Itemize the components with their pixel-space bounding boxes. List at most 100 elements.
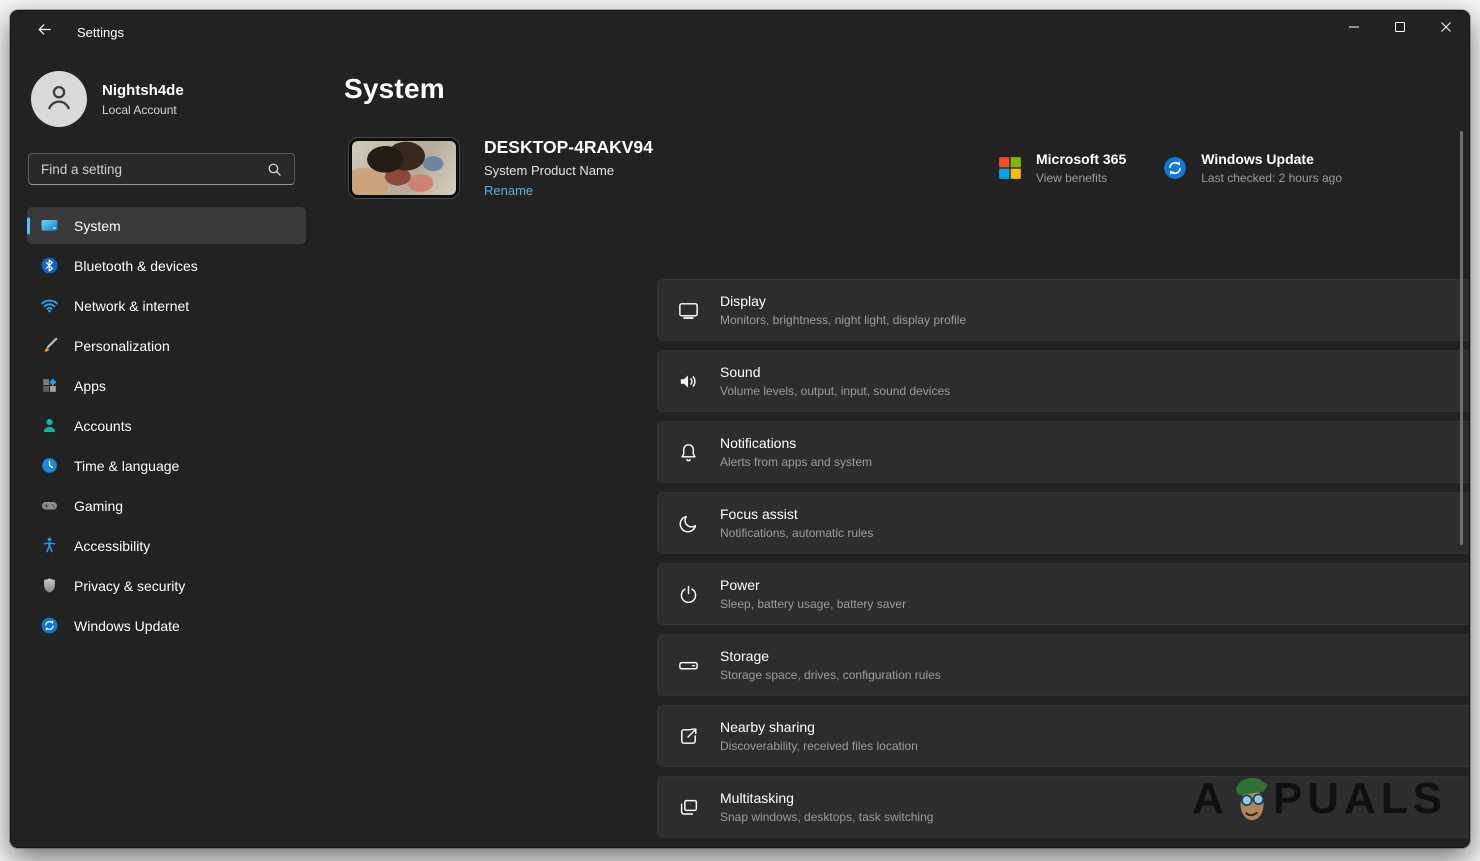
row-subtitle: Volume levels, output, input, sound devi… <box>720 384 1470 398</box>
sidebar-item-personalization[interactable]: Personalization <box>27 327 306 364</box>
status-subtitle: View benefits <box>1036 171 1126 185</box>
settings-row-power[interactable]: Power Sleep, battery usage, battery saver <box>657 563 1470 625</box>
sidebar-item-label: Privacy & security <box>74 578 185 594</box>
page-title: System <box>344 73 445 105</box>
accounts-icon <box>40 416 59 435</box>
close-icon <box>1440 20 1452 38</box>
row-title: Focus assist <box>720 506 1470 522</box>
multitasking-icon <box>677 796 700 819</box>
row-subtitle: Notifications, automatic rules <box>720 526 1470 540</box>
account-type: Local Account <box>102 103 184 117</box>
close-button[interactable] <box>1423 11 1469 47</box>
device-product-name: System Product Name <box>484 163 653 178</box>
windows-update-icon <box>40 616 59 635</box>
row-title: Sound <box>720 364 1470 380</box>
user-name: Nightsh4de <box>102 82 184 99</box>
sidebar-item-label: Personalization <box>74 338 170 354</box>
sidebar: Nightsh4de Local Account System Bluetooth… <box>11 53 331 847</box>
sidebar-item-accounts[interactable]: Accounts <box>27 407 306 444</box>
avatar <box>31 71 87 127</box>
sidebar-item-apps[interactable]: Apps <box>27 367 306 404</box>
sidebar-item-bluetooth-devices[interactable]: Bluetooth & devices <box>27 247 306 284</box>
status-item-windows-update[interactable]: Windows Update Last checked: 2 hours ago <box>1162 151 1342 185</box>
gaming-icon <box>40 496 59 515</box>
sidebar-item-system[interactable]: System <box>27 207 306 244</box>
sidebar-item-label: Apps <box>74 378 106 394</box>
sidebar-item-windows-update[interactable]: Windows Update <box>27 607 306 644</box>
windows-update-icon <box>1162 155 1188 181</box>
status-item-microsoft-365[interactable]: Microsoft 365 View benefits <box>997 151 1126 185</box>
sidebar-item-gaming[interactable]: Gaming <box>27 487 306 524</box>
row-subtitle: Storage space, drives, configuration rul… <box>720 668 1470 682</box>
settings-row-display[interactable]: Display Monitors, brightness, night light… <box>657 279 1470 341</box>
status-area: Microsoft 365 View benefits Windows Update… <box>997 137 1342 199</box>
row-title: Notifications <box>720 435 1470 451</box>
microsoft-logo <box>997 155 1023 181</box>
sidebar-item-label: System <box>74 218 121 234</box>
row-title: Power <box>720 577 1470 593</box>
bluetooth-icon <box>40 256 59 275</box>
settings-window: Settings Nightsh4de Local Account <box>10 10 1470 848</box>
maximize-button[interactable] <box>1377 11 1423 47</box>
accessibility-icon <box>40 536 59 555</box>
minimize-button[interactable] <box>1331 11 1377 47</box>
watermark-text-puals: PUALS <box>1273 774 1447 824</box>
maximize-icon <box>1394 20 1406 38</box>
back-arrow-icon <box>36 21 53 43</box>
system-icon <box>40 216 59 235</box>
search-input[interactable] <box>29 162 266 177</box>
power-icon <box>677 583 700 606</box>
sidebar-item-label: Network & internet <box>74 298 189 314</box>
sidebar-item-label: Gaming <box>74 498 123 514</box>
sound-icon <box>677 370 700 393</box>
selected-indicator <box>27 217 30 234</box>
notifications-icon <box>677 441 700 464</box>
sidebar-item-network-internet[interactable]: Network & internet <box>27 287 306 324</box>
personalization-icon <box>40 336 59 355</box>
minimize-icon <box>1348 20 1360 38</box>
row-title: Nearby sharing <box>720 719 1470 735</box>
network-icon <box>40 296 59 315</box>
display-icon <box>677 299 700 322</box>
sidebar-item-time-language[interactable]: Time & language <box>27 447 306 484</box>
person-icon <box>42 80 76 119</box>
time-language-icon <box>40 456 59 475</box>
settings-row-notifications[interactable]: Notifications Alerts from apps and system <box>657 421 1470 483</box>
apps-icon <box>40 376 59 395</box>
appuals-watermark: A PUALS <box>1192 773 1447 825</box>
row-title: Display <box>720 293 1470 309</box>
settings-row-focus-assist[interactable]: Focus assist Notifications, automatic rul… <box>657 492 1470 554</box>
sidebar-item-label: Windows Update <box>74 618 180 634</box>
user-profile[interactable]: Nightsh4de Local Account <box>31 71 184 127</box>
settings-row-storage[interactable]: Storage Storage space, drives, configurat… <box>657 634 1470 696</box>
storage-icon <box>677 654 700 677</box>
settings-row-nearby-sharing[interactable]: Nearby sharingDiscoverability, received … <box>657 705 1470 767</box>
status-title: Microsoft 365 <box>1036 151 1126 167</box>
back-button[interactable] <box>27 17 61 47</box>
sidebar-item-privacy-security[interactable]: Privacy & security <box>27 567 306 604</box>
sidebar-item-label: Accessibility <box>74 538 150 554</box>
row-title: Storage <box>720 648 1470 664</box>
sidebar-item-label: Time & language <box>74 458 179 474</box>
row-subtitle: Alerts from apps and system <box>720 455 1470 469</box>
search-box[interactable] <box>28 153 295 185</box>
sidebar-nav: System Bluetooth & devices Network & inter… <box>27 207 306 647</box>
settings-row-activation[interactable]: Activation <box>657 847 1470 848</box>
device-wallpaper-thumbnail <box>349 138 459 198</box>
settings-row-sound[interactable]: Sound Volume levels, output, input, sound… <box>657 350 1470 412</box>
sidebar-item-label: Bluetooth & devices <box>74 258 198 274</box>
row-subtitle: Monitors, brightness, night light, displ… <box>720 313 1470 327</box>
rename-link[interactable]: Rename <box>484 183 533 198</box>
scrollbar[interactable] <box>1460 131 1463 545</box>
status-title: Windows Update <box>1201 151 1342 167</box>
status-subtitle: Last checked: 2 hours ago <box>1201 171 1342 185</box>
main-content: System DESKTOP-4RAKV94 System Product Na… <box>331 53 1469 847</box>
sidebar-item-accessibility[interactable]: Accessibility <box>27 527 306 564</box>
nearby-sharing-icon <box>677 725 700 748</box>
settings-rows: Display Monitors, brightness, night light… <box>657 279 1470 848</box>
search-icon <box>266 161 283 178</box>
sidebar-item-label: Accounts <box>74 418 132 434</box>
focus-assist-icon <box>677 512 700 535</box>
watermark-text-a: A <box>1192 774 1229 824</box>
row-subtitle: Sleep, battery usage, battery saver <box>720 597 1470 611</box>
